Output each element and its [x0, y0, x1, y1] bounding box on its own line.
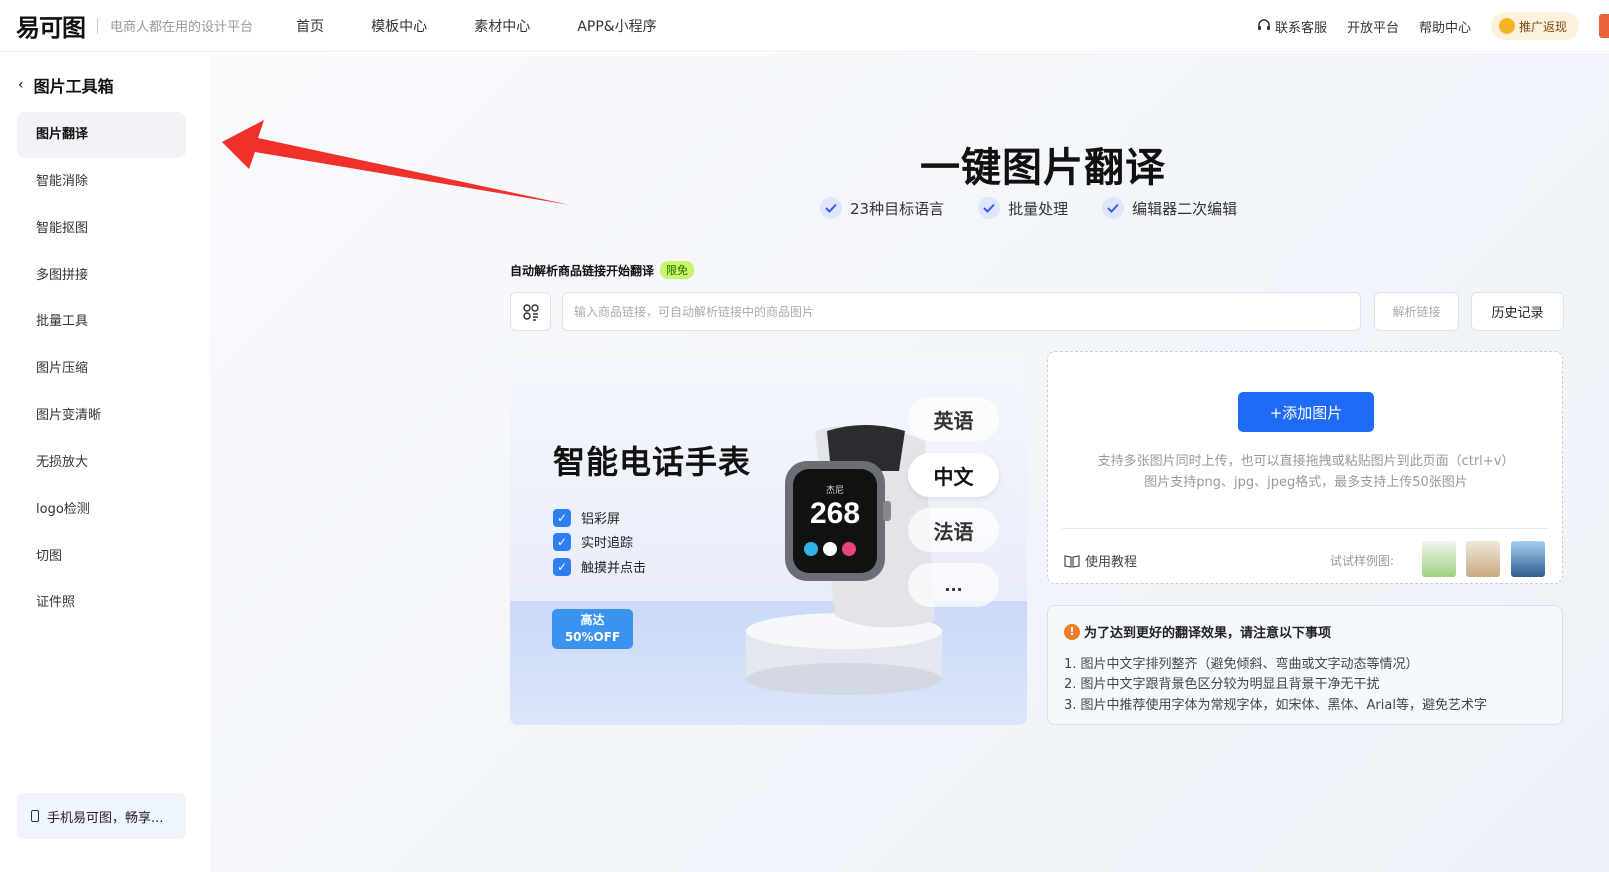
page-title: 一键图片翻译 [920, 145, 1166, 191]
nav-materials[interactable]: 素材中心 [474, 19, 530, 35]
headset-icon [1257, 19, 1270, 30]
help-center-link[interactable]: 帮助中心 [1419, 17, 1471, 36]
note-item: 1. 图片中文字排列整齐（避免倾斜、弯曲或文字动态等情况） [1064, 657, 1419, 672]
feature-label: 批量处理 [1008, 199, 1069, 218]
feature-item: 批量处理 [978, 197, 1068, 219]
auto-parse-label: 自动解析商品链接开始翻译 限免 [510, 261, 695, 279]
sidebar: ‹ 图片工具箱 图片翻译 智能消除 智能抠图 多图拼接 批量工具 图片压缩 图片… [0, 53, 210, 872]
nav-templates[interactable]: 模板中心 [371, 19, 427, 35]
gift-icon[interactable] [1599, 14, 1609, 38]
check-circle-icon [820, 197, 842, 219]
sidebar-item-sharpen[interactable]: 图片变清晰 [17, 393, 186, 439]
check-circle-icon [1102, 197, 1125, 219]
note-item: 3. 图片中推荐使用字体为常规字体，如宋体、黑体、Arial等，避免艺术字 [1064, 698, 1487, 713]
nav-home[interactable]: 首页 [296, 19, 324, 35]
showcase-feature: ✓ 触摸并点击 [553, 557, 646, 576]
warning-icon: ! [1064, 623, 1080, 640]
sidebar-item-batch-tools[interactable]: 批量工具 [17, 299, 186, 345]
discount-line1: 高达 [580, 613, 605, 627]
sidebar-item-id-photo[interactable]: 证件照 [17, 580, 186, 626]
showcase-feature: ✓ 铝彩屏 [553, 508, 620, 527]
showcase-feature-label: 铝彩屏 [581, 512, 621, 527]
chevron-left-icon[interactable]: ‹ [18, 77, 24, 93]
discount-badge: 高达 50%OFF [552, 609, 633, 649]
sample-thumbnail[interactable] [1511, 541, 1545, 577]
sidebar-title-label: 图片工具箱 [33, 77, 114, 96]
lang-bubble-more: ... [908, 563, 999, 607]
sidebar-item-image-translate[interactable]: 图片翻译 [17, 112, 186, 158]
sidebar-item-smart-erase[interactable]: 智能消除 [17, 159, 186, 205]
sidebar-item-upscale[interactable]: 无损放大 [17, 440, 186, 486]
showcase-feature-label: 实时追踪 [581, 536, 634, 551]
note-item: 2. 图片中文字跟背景色区分较为明显且背景干净无干扰 [1064, 677, 1380, 692]
lang-bubble: 英语 [908, 397, 999, 441]
upload-tip-line1: 支持多张图片同时上传，也可以直接拖拽或粘贴图片到此页面（ctrl+v） [1097, 454, 1515, 469]
free-badge: 限免 [660, 261, 695, 279]
mobile-banner-label: 手机易可图，畅享... [47, 810, 164, 826]
notes-title-label: 为了达到更好的翻译效果，请注意以下事项 [1084, 626, 1332, 641]
watch-number: 268 [810, 497, 860, 530]
add-image-button[interactable]: +添加图片 [1238, 392, 1374, 432]
check-circle-icon [978, 197, 1001, 219]
auto-parse-text: 自动解析商品链接开始翻译 [510, 263, 655, 278]
discount-line2: 50%OFF [564, 630, 621, 644]
site-logo[interactable]: 易可图 [16, 8, 86, 43]
nav-app[interactable]: APP&小程序 [577, 19, 656, 35]
try-sample-label: 试试样例图: [1330, 554, 1395, 568]
top-header: 易可图 电商人都在用的设计平台 首页 模板中心 素材中心 APP&小程序 联系客… [0, 0, 1609, 52]
sidebar-title[interactable]: ‹ 图片工具箱 [18, 73, 114, 97]
contact-service-label: 联系客服 [1274, 20, 1327, 36]
sample-thumbnail[interactable] [1422, 541, 1456, 577]
sidebar-item-logo-detect[interactable]: logo检测 [17, 487, 186, 533]
sidebar-item-smart-cutout[interactable]: 智能抠图 [17, 206, 186, 252]
showcase-feature-label: 触摸并点击 [581, 561, 647, 576]
divider [1062, 528, 1548, 529]
qr-scan-button[interactable] [510, 292, 551, 331]
upload-dropzone[interactable]: +添加图片 支持多张图片同时上传，也可以直接拖拽或粘贴图片到此页面（ctrl+v… [1047, 351, 1563, 584]
header-right: 联系客服 开放平台 帮助中心 推广返现 [1237, 0, 1609, 52]
book-icon [1064, 554, 1080, 568]
contact-service-link[interactable]: 联系客服 [1257, 17, 1327, 36]
promo-label: 推广返现 [1518, 19, 1567, 34]
mobile-app-banner[interactable]: 手机易可图，畅享... [17, 793, 186, 839]
showcase-title: 智能电话手表 [553, 443, 752, 481]
site-slogan: 电商人都在用的设计平台 [110, 20, 254, 35]
feature-item: 编辑器二次编辑 [1102, 197, 1237, 219]
main-content: 一键图片翻译 23种目标语言 批量处理 编辑器二次编辑 自动解析商品链接开始翻译… [210, 53, 1609, 872]
tutorial-link[interactable]: 使用教程 [1064, 551, 1137, 570]
lang-bubble: 法语 [908, 508, 999, 552]
parse-link-button[interactable]: 解析链接 [1374, 292, 1459, 331]
phone-icon [31, 810, 39, 822]
checkbox-icon: ✓ [553, 532, 571, 551]
url-placeholder: 输入商品链接，可自动解析链接中的商品图片 [574, 305, 815, 319]
sample-showcase-image: 智能电话手表 ✓ 铝彩屏 ✓ 实时追踪 ✓ 触摸并点击 高达 50%OFF 268 杰… [510, 351, 1027, 725]
checkbox-icon: ✓ [553, 557, 571, 576]
history-button[interactable]: 历史记录 [1471, 292, 1564, 331]
coin-icon [1498, 18, 1515, 34]
qr-code-icon [522, 303, 539, 321]
product-url-input[interactable]: 输入商品链接，可自动解析链接中的商品图片 [562, 292, 1361, 331]
open-platform-link[interactable]: 开放平台 [1347, 17, 1399, 36]
checkbox-icon: ✓ [553, 508, 571, 527]
sidebar-item-slice[interactable]: 切图 [17, 534, 186, 580]
feature-item: 23种目标语言 [820, 197, 944, 219]
upload-tip-line2: 图片支持png、jpg、jpeg格式，最多支持上传50张图片 [1144, 475, 1468, 490]
promo-button[interactable]: 推广返现 [1490, 12, 1579, 40]
sidebar-item-compress[interactable]: 图片压缩 [17, 346, 186, 392]
lang-bubble-selected: 中文 [908, 453, 999, 497]
showcase-feature: ✓ 实时追踪 [553, 532, 633, 551]
feature-label: 编辑器二次编辑 [1132, 199, 1238, 218]
notes-title: ! 为了达到更好的翻译效果，请注意以下事项 [1064, 622, 1331, 641]
sidebar-item-multi-stitch[interactable]: 多图拼接 [17, 253, 186, 299]
notes-panel: ! 为了达到更好的翻译效果，请注意以下事项 1. 图片中文字排列整齐（避免倾斜、… [1047, 605, 1563, 725]
feature-list: 23种目标语言 批量处理 编辑器二次编辑 [820, 197, 1271, 219]
tutorial-label: 使用教程 [1085, 555, 1138, 570]
sample-thumbnail[interactable] [1466, 541, 1500, 577]
logo-divider [97, 17, 98, 34]
watch-brand: 杰尼 [826, 484, 844, 496]
feature-label: 23种目标语言 [850, 199, 945, 218]
main-nav: 首页 模板中心 素材中心 APP&小程序 [275, 16, 678, 36]
